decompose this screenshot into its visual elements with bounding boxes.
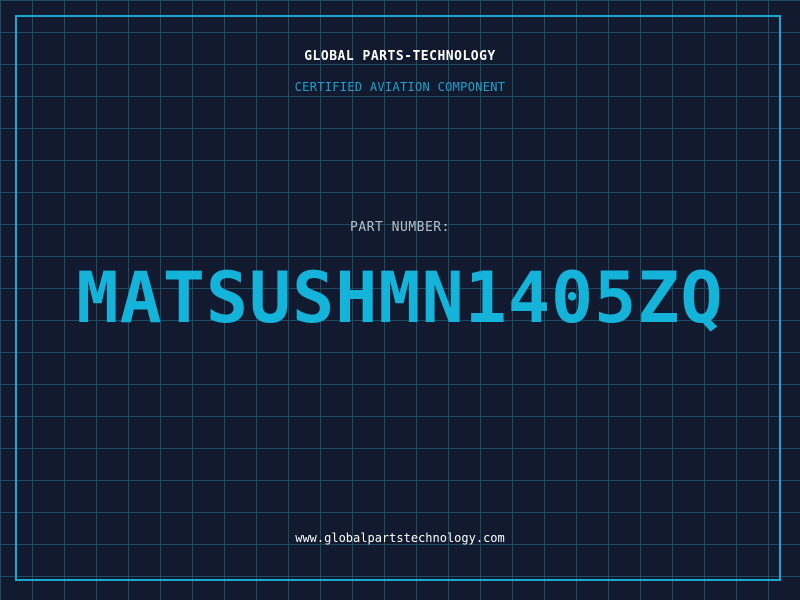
website-link[interactable]: www.globalpartstechnology.com: [0, 531, 800, 545]
part-number-value: MATSUSHMN1405ZQ: [76, 257, 724, 339]
label-card: GLOBAL PARTS-TECHNOLOGY CERTIFIED AVIATI…: [0, 0, 800, 600]
certification-tagline: CERTIFIED AVIATION COMPONENT: [294, 80, 506, 94]
part-number-label: PART NUMBER:: [350, 220, 450, 235]
brand-name: GLOBAL PARTS-TECHNOLOGY: [304, 49, 496, 64]
